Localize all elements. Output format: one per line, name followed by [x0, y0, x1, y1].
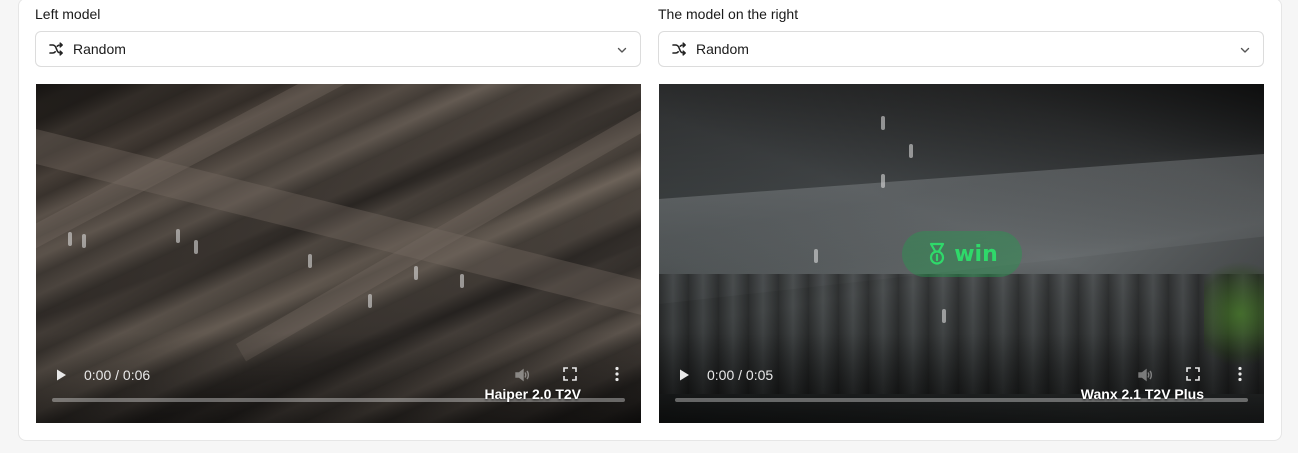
- water-drip: [881, 116, 885, 130]
- medal-icon: [926, 242, 948, 266]
- fullscreen-icon[interactable]: [563, 367, 577, 381]
- chevron-down-icon: [1239, 44, 1251, 56]
- water-drip: [881, 174, 885, 188]
- right-model-select[interactable]: Random: [658, 31, 1264, 67]
- video-time: 0:00 / 0:06: [84, 367, 151, 383]
- shuffle-icon: [48, 41, 64, 57]
- right-model-select-value: Random: [696, 41, 749, 57]
- water-drip: [308, 254, 312, 268]
- volume-icon[interactable]: [514, 367, 530, 383]
- water-drip: [82, 234, 86, 248]
- right-model-name: Wanx 2.1 T2V Plus: [1080, 386, 1204, 402]
- left-model-select-value: Random: [73, 41, 126, 57]
- win-badge: win: [902, 231, 1022, 277]
- water-drip: [368, 294, 372, 308]
- water-drip: [909, 144, 913, 158]
- left-video-player[interactable]: 0:00 / 0:06 Haiper 2.0 T2V: [36, 84, 641, 423]
- left-model-select[interactable]: Random: [35, 31, 641, 67]
- video-time: 0:00 / 0:05: [707, 367, 774, 383]
- water-drip: [814, 249, 818, 263]
- more-vertical-icon[interactable]: [1234, 366, 1246, 382]
- water-drip: [414, 266, 418, 280]
- left-model-name: Haiper 2.0 T2V: [484, 386, 582, 402]
- win-badge-label: win: [954, 241, 998, 267]
- volume-icon[interactable]: [1137, 367, 1153, 383]
- water-drip: [68, 232, 72, 246]
- water-drip: [194, 240, 198, 254]
- more-vertical-icon[interactable]: [611, 366, 623, 382]
- play-icon[interactable]: [677, 368, 691, 382]
- water-drip: [942, 309, 946, 323]
- right-video-player[interactable]: win 0:00 / 0:05 Wanx 2.1 T2V Plus: [659, 84, 1264, 423]
- left-model-label: Left model: [35, 6, 101, 22]
- fullscreen-icon[interactable]: [1186, 367, 1200, 381]
- water-drip: [176, 229, 180, 243]
- shuffle-icon: [671, 41, 687, 57]
- play-icon[interactable]: [54, 368, 68, 382]
- water-drip: [460, 274, 464, 288]
- chevron-down-icon: [616, 44, 628, 56]
- right-model-label: The model on the right: [658, 6, 799, 22]
